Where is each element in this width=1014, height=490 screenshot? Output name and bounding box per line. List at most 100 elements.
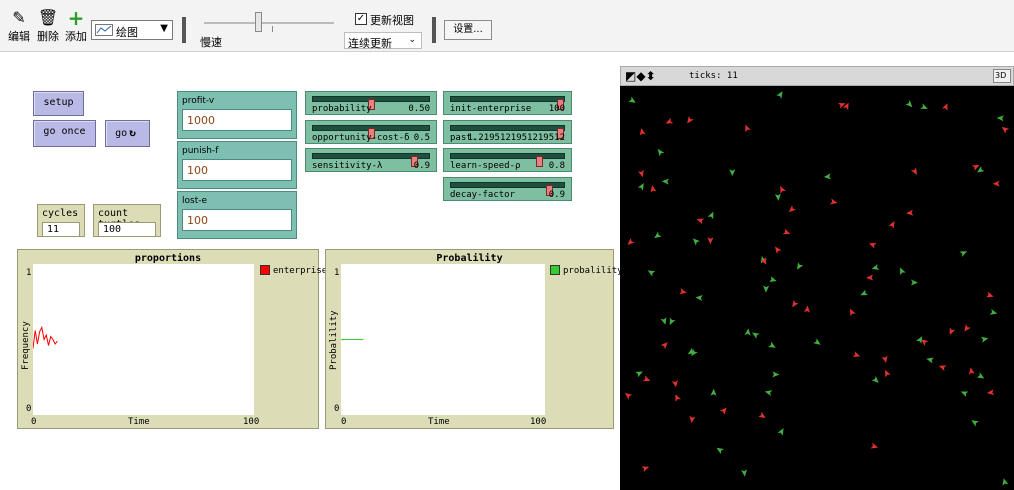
turtle (797, 262, 804, 270)
settings-button[interactable]: 设置... (444, 20, 492, 40)
turtle (647, 270, 656, 277)
opportunity-cost-slider[interactable]: opportunity-cost-δ 0.5 (305, 120, 437, 144)
go-once-button[interactable]: go once (33, 120, 96, 147)
past-value: 1.2195121951219512 (467, 133, 565, 143)
go-once-label: go once (43, 126, 86, 137)
punish-f-field[interactable]: 100 (182, 159, 292, 181)
turtle (689, 415, 696, 424)
turtle (871, 264, 880, 270)
slider-track[interactable] (312, 125, 430, 139)
turtle (1001, 126, 1010, 134)
setup-label: setup (43, 97, 74, 108)
turtle (866, 274, 874, 281)
turtle (764, 390, 773, 396)
turtle (868, 242, 877, 249)
edit-label: 编辑 (8, 30, 30, 43)
turtle (926, 357, 934, 364)
setup-button[interactable]: setup (33, 91, 84, 116)
turtle (679, 288, 687, 295)
decay-factor-slider[interactable]: decay-factor 0.9 (443, 177, 572, 201)
speed-slider-track[interactable] (204, 22, 334, 24)
turtle (842, 102, 849, 111)
update-mode-select[interactable]: 连续更新 ⌄ (344, 32, 422, 50)
turtle (905, 100, 913, 108)
slider-track[interactable] (450, 182, 565, 196)
slider-track[interactable] (450, 153, 565, 167)
y-axis-label: Probalility (329, 310, 339, 370)
slider-track[interactable] (312, 153, 430, 167)
edit-tool[interactable]: ✎ 编辑 (8, 8, 30, 44)
series-line-0 (32, 325, 58, 349)
slider-track[interactable] (450, 96, 565, 110)
turtle (641, 466, 650, 473)
opportunity-cost-value: 0.5 (413, 133, 430, 143)
turtle (938, 365, 947, 372)
update-view-label: 更新视图 (370, 14, 414, 27)
turtle (627, 238, 635, 245)
turtle (707, 237, 714, 245)
turtle (871, 375, 879, 383)
turtle (920, 103, 928, 109)
go-button[interactable]: go ↻ (105, 120, 150, 147)
turtle (792, 299, 799, 308)
profit-v-label: profit-v (182, 96, 215, 106)
probability-label: probability (312, 104, 372, 114)
turtle (1002, 478, 1009, 486)
lost-e-label: lost-e (182, 196, 208, 206)
turtle (669, 317, 676, 326)
turtle (986, 291, 994, 298)
turtle (719, 407, 727, 415)
turtle (959, 251, 968, 257)
x-axis-label: Time (128, 417, 150, 427)
slider-track[interactable] (312, 96, 430, 110)
view-controls-icon[interactable]: ◩◆⬍ (625, 69, 656, 83)
plus-icon: + (67, 6, 85, 30)
delete-tool[interactable]: 🗑 删除 (37, 8, 59, 44)
go-label: go (115, 128, 128, 139)
trash-icon: 🗑 (37, 8, 59, 27)
turtle (696, 218, 705, 225)
turtle (949, 327, 956, 336)
turtle (671, 380, 678, 388)
turtle (758, 411, 766, 419)
cycles-value: 11 (42, 222, 80, 237)
profit-v-field[interactable]: 1000 (182, 109, 292, 131)
turtle (637, 183, 644, 191)
probability-plot: Probalility 1 0 0 100 Time Probalility p… (325, 249, 623, 429)
chevron-down-icon: ⌄ (408, 35, 416, 45)
turtle (745, 124, 751, 133)
turtle (661, 178, 669, 185)
sensitivity-slider[interactable]: sensitivity-λ 0.9 (305, 148, 437, 172)
update-mode-value: 连续更新 (348, 37, 392, 50)
update-view-checkbox[interactable]: ✓ (355, 13, 367, 25)
count-turtles-monitor: count turtles 100 (93, 204, 161, 237)
lost-e-field[interactable]: 100 (182, 209, 292, 231)
chevron-down-icon: ▼ (160, 23, 168, 34)
delete-label: 删除 (37, 30, 59, 43)
3d-button[interactable]: 3D (993, 69, 1011, 83)
past-slider[interactable]: past... 1.2195121951219512 (443, 120, 572, 144)
slider-track[interactable] (450, 125, 565, 139)
lost-e-input: lost-e 100 (177, 191, 297, 239)
turtle (823, 173, 832, 180)
turtle (964, 324, 971, 332)
init-enterprise-slider[interactable]: init-enterprise 100 (443, 91, 572, 115)
add-tool[interactable]: + 添加 (65, 8, 87, 44)
forever-icon: ↻ (129, 126, 136, 139)
count-turtles-value: 100 (98, 222, 156, 237)
world-view[interactable] (620, 86, 1014, 490)
turtle (960, 391, 969, 398)
plot-area (32, 264, 254, 415)
slider-thumb[interactable] (536, 156, 543, 167)
turtle (888, 220, 895, 229)
widget-type-value: 绘图 (116, 26, 138, 39)
x-min-tick: 0 (341, 417, 347, 427)
learn-speed-slider[interactable]: learn-speed-ρ 0.8 (443, 148, 572, 172)
separator (182, 17, 186, 43)
turtle (637, 169, 644, 178)
profit-v-input: profit-v 1000 (177, 91, 297, 139)
speed-slider-thumb[interactable] (255, 12, 262, 32)
turtle (763, 285, 770, 293)
probability-slider[interactable]: probability 0.50 (305, 91, 437, 115)
widget-type-select[interactable]: 绘图 ▼ (91, 20, 173, 40)
